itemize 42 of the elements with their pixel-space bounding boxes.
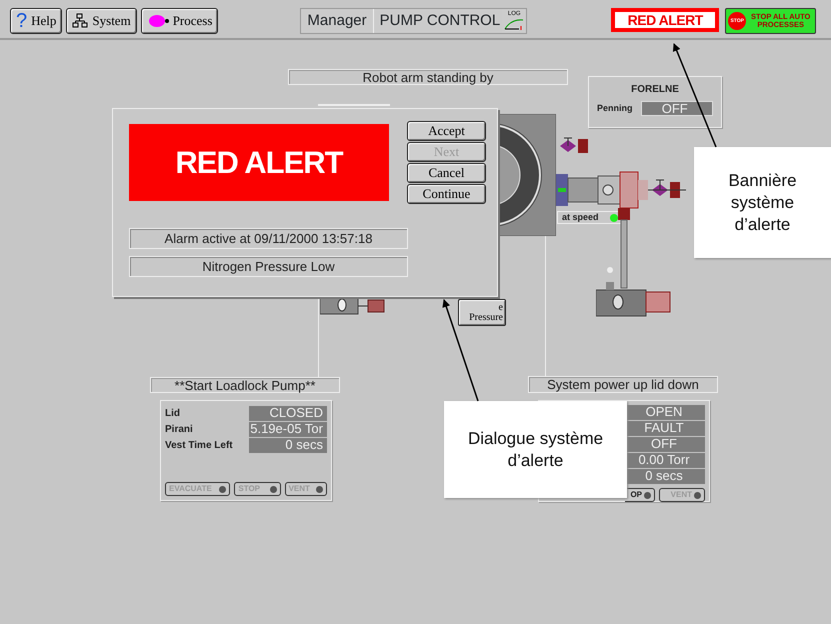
row-label: Pirani [165, 422, 193, 436]
help-button[interactable]: ? Help [10, 8, 62, 34]
row-label: Vest Time Left [165, 438, 233, 452]
status-label: Robot arm standing by [288, 69, 568, 85]
alarm-time-field: Alarm active at 09/11/2000 13:57:18 [129, 228, 408, 249]
status-value: 0 secs [249, 438, 327, 452]
system-button[interactable]: System [66, 8, 137, 34]
process-icon [146, 14, 169, 28]
speed-indicator: at speed [557, 211, 623, 224]
status-value: FAULT [627, 421, 705, 436]
section-title: **Start Loadlock Pump** [150, 377, 340, 393]
alarm-message-field: Nitrogen Pressure Low [129, 256, 408, 277]
section-title: System power up lid down [528, 376, 718, 393]
callout-box: Dialogue système d’alerte [444, 401, 627, 498]
row-label: Lid [165, 406, 180, 420]
status-value: OFF [627, 437, 705, 452]
gauge-icon [503, 17, 526, 31]
alert-banner: RED ALERT [129, 124, 389, 201]
status-value: OPEN [627, 405, 705, 420]
knob-icon [270, 486, 277, 492]
knob-icon [694, 492, 701, 498]
user-label: Manager [306, 11, 368, 31]
status-value: 5.19e-05 Tor [249, 422, 327, 436]
dialog-button[interactable]: Cancel [407, 163, 486, 183]
knob-icon [316, 486, 323, 492]
process-button[interactable]: Process [140, 8, 218, 34]
knob-icon [644, 492, 651, 498]
dialog-button[interactable]: Continue [407, 184, 486, 204]
status-value: OFF [640, 101, 713, 116]
row-label: Penning [597, 102, 632, 115]
knob-icon [219, 486, 226, 492]
status-value: CLOSED [249, 406, 327, 420]
callout-box: Bannière système d’alerte [694, 147, 831, 258]
alert-banner: RED ALERT [611, 8, 720, 32]
status-value: 0.00 Torr [627, 453, 705, 468]
action-button[interactable]: OP [625, 488, 655, 502]
foreline-title: FORELNE [630, 83, 680, 97]
pressure-button[interactable]: e Pressure [458, 299, 506, 326]
network-icon [72, 13, 88, 29]
status-value: 0 secs [627, 469, 705, 484]
pipe-line [318, 104, 390, 106]
dialog-button[interactable]: Accept [407, 121, 486, 141]
